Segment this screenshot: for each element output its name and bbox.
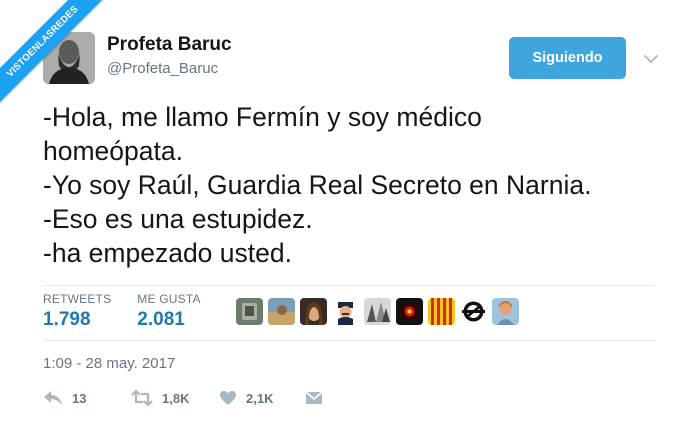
- likes-label: ME GUSTA: [137, 292, 201, 306]
- tweet-text: -Hola, me llamo Fermín y soy médico home…: [43, 100, 683, 270]
- retweets-stat[interactable]: RETWEETS 1.798: [43, 292, 111, 331]
- liker-avatar[interactable]: [364, 298, 391, 325]
- liker-avatar[interactable]: [492, 298, 519, 325]
- liker-avatars: [236, 298, 524, 325]
- retweets-label: RETWEETS: [43, 292, 112, 306]
- like-button[interactable]: 2,1K: [219, 390, 305, 406]
- liker-avatar[interactable]: [460, 298, 487, 325]
- reply-button[interactable]: 13: [43, 390, 131, 406]
- display-name[interactable]: Profeta Baruc: [107, 34, 232, 56]
- like-count: 2,1K: [246, 390, 274, 406]
- user-handle[interactable]: @Profeta_Baruc: [107, 60, 218, 77]
- tweet-line: -Eso es una estupidez.: [43, 204, 313, 234]
- liker-avatar[interactable]: [396, 298, 423, 325]
- following-button[interactable]: Siguiendo: [509, 37, 626, 79]
- reply-icon: [43, 390, 63, 406]
- divider: [43, 285, 655, 286]
- tweet-timestamp[interactable]: 1:09 - 28 may. 2017: [43, 355, 175, 372]
- tweet-stats: RETWEETS 1.798 ME GUSTA 2.081: [43, 292, 227, 331]
- likes-stat[interactable]: ME GUSTA 2.081: [137, 292, 200, 331]
- liker-avatar[interactable]: [332, 298, 359, 325]
- liker-avatar[interactable]: [236, 298, 263, 325]
- chevron-down-icon[interactable]: [644, 51, 658, 63]
- heart-icon: [219, 390, 237, 406]
- tweet-line: -Yo soy Raúl, Guardia Real Secreto en Na…: [43, 170, 592, 200]
- retweet-icon: [131, 390, 153, 406]
- tweet-actions: 13 1,8K 2,1K: [43, 390, 323, 406]
- reply-count: 13: [72, 390, 87, 406]
- retweet-button[interactable]: 1,8K: [131, 390, 219, 406]
- tweet-line: -Hola, me llamo Fermín y soy médico: [43, 102, 482, 132]
- liker-avatar[interactable]: [300, 298, 327, 325]
- retweets-value: 1.798: [43, 309, 91, 330]
- direct-message-button[interactable]: [305, 391, 323, 405]
- liker-avatar[interactable]: [428, 298, 455, 325]
- retweet-count: 1,8K: [162, 390, 190, 406]
- envelope-icon: [305, 391, 323, 405]
- liker-avatar[interactable]: [268, 298, 295, 325]
- tweet-line: homeópata.: [43, 136, 183, 166]
- tweet-line: -ha empezado usted.: [43, 238, 292, 268]
- divider: [43, 340, 655, 341]
- likes-value: 2.081: [137, 309, 185, 330]
